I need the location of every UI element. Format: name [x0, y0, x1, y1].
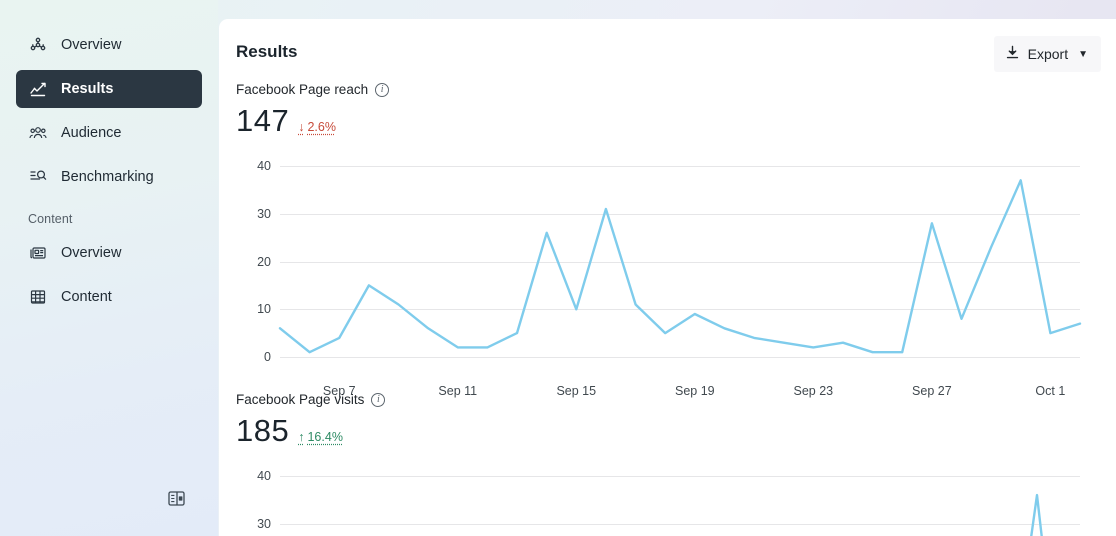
sidebar-item-label: Audience: [61, 125, 122, 141]
chart-x-tick-label: Sep 15: [556, 384, 597, 398]
chart-x-tick-label: Oct 1: [1035, 384, 1066, 398]
sidebar-item-label: Overview: [61, 245, 122, 261]
metric-row-reach: 147 ↓ 2.6%: [236, 103, 389, 139]
sidebar-item-audience[interactable]: Audience: [16, 114, 202, 152]
sidebar-item-label: Content: [61, 289, 112, 305]
chart-y-tick-label: 10: [257, 302, 271, 317]
metric-value-reach: 147: [236, 103, 290, 138]
metric-delta-visits: ↑ 16.4%: [298, 430, 343, 444]
page-title: Results: [236, 42, 298, 61]
sidebar-section-label: Content: [28, 212, 73, 226]
chart-y-tick-label: 40: [257, 159, 271, 173]
news-card-icon: [28, 243, 48, 263]
export-button-label: Export: [1027, 46, 1069, 62]
metric-value-visits: 185: [236, 413, 290, 448]
arrow-up-icon: ↑: [298, 430, 305, 444]
sidebar-item-label: Overview: [61, 37, 122, 53]
sidebar-item-label: Benchmarking: [61, 169, 154, 185]
table-grid-icon: [28, 287, 48, 307]
network-overview-icon: [28, 35, 48, 55]
sidebar-item-label: Results: [61, 81, 114, 97]
sidebar-item-results[interactable]: Results: [16, 70, 202, 108]
chart-x-tick-label: Sep 27: [912, 384, 952, 398]
chevron-down-icon: ▼: [1078, 48, 1088, 60]
metric-label-visits: Facebook Page visits i: [236, 392, 386, 407]
sidebar-item-content[interactable]: Content: [16, 278, 202, 316]
metric-delta-visits-value: 16.4%: [307, 430, 343, 444]
sidebar: Overview Results Audience Benchmarking C…: [0, 0, 218, 536]
metric-row-visits: 185 ↑ 16.4%: [236, 413, 385, 449]
chart-y-tick-label: 30: [257, 206, 271, 221]
chart-y-tick-label: 40: [257, 469, 271, 483]
metric-delta-reach: ↓ 2.6%: [298, 120, 336, 134]
chart-facebook-page-reach-xaxis: Sep 7 Sep 11 Sep 15 Sep 19 Sep 23 Sep 27 Oct 1: [280, 384, 1080, 402]
chart-gridline: [280, 357, 1080, 358]
chart-facebook-page-visits[interactable]: 30 40: [257, 469, 1080, 536]
chart-series-line: [1030, 493, 1043, 536]
info-icon[interactable]: i: [375, 82, 390, 97]
collapse-sidebar-icon[interactable]: [165, 487, 187, 509]
metric-delta-reach-value: 2.6%: [307, 120, 336, 134]
export-button[interactable]: Export ▼: [993, 36, 1101, 72]
chart-y-tick-label: 20: [257, 254, 271, 269]
sidebar-item-benchmarking[interactable]: Benchmarking: [16, 158, 202, 196]
info-icon[interactable]: i: [371, 392, 386, 407]
chart-y-tick-label: 0: [264, 350, 271, 364]
chart-x-tick-label: Sep 23: [793, 384, 834, 398]
sidebar-item-overview[interactable]: Overview: [16, 26, 202, 64]
chart-x-tick-label: Sep 19: [675, 384, 715, 398]
metric-label-reach: Facebook Page reach i: [236, 82, 390, 97]
chart-facebook-page-reach[interactable]: 0 10 20 30 40: [257, 159, 1082, 364]
chart-y-tick-label: 30: [257, 516, 271, 531]
chart-series-line: [278, 179, 1082, 354]
metric-label-reach-text: Facebook Page reach: [236, 82, 369, 97]
metric-label-visits-text: Facebook Page visits: [236, 392, 365, 407]
people-icon: [28, 123, 48, 143]
sidebar-item-content-overview[interactable]: Overview: [16, 234, 202, 272]
arrow-down-icon: ↓: [298, 120, 305, 134]
download-icon: [1005, 45, 1020, 63]
line-chart-icon: [28, 79, 48, 99]
chart-x-tick-label: Sep 11: [438, 384, 478, 398]
magnifier-list-icon: [28, 167, 48, 187]
main-content-panel: Results Export ▼ Facebook Page reach i 1…: [219, 19, 1116, 536]
